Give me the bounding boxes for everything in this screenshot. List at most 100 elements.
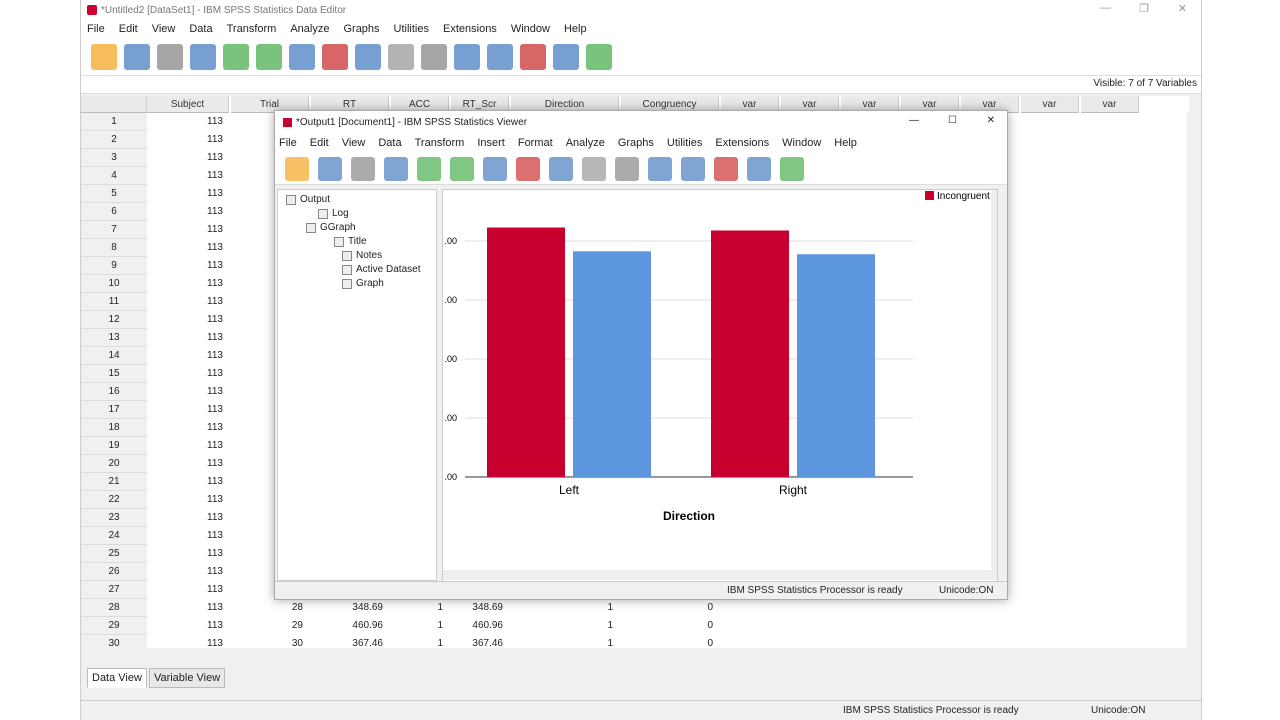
cell-subject[interactable]: 113 [147,113,229,131]
menu-transform[interactable]: Transform [227,23,277,35]
cell-trial[interactable]: 29 [231,617,309,635]
viewer-export-icon[interactable] [417,156,441,181]
weight-cases-icon[interactable] [520,43,546,70]
chart-horizontal-scrollbar[interactable] [443,570,998,580]
viewer-save-icon[interactable] [318,156,342,181]
viewer-variables-icon[interactable] [648,156,672,181]
cell-subject[interactable]: 113 [147,617,229,635]
cell-subject[interactable]: 113 [147,293,229,311]
cell-trial[interactable]: 28 [231,599,309,617]
tree-item-title[interactable]: Title [334,236,367,247]
value-labels-icon[interactable] [553,43,579,70]
save-icon[interactable] [124,43,150,70]
viewer-menu-window[interactable]: Window [782,137,821,149]
viewer-recall-icon[interactable] [450,156,474,181]
menu-analyze[interactable]: Analyze [290,23,329,35]
cell-subject[interactable]: 113 [147,473,229,491]
viewer-close-icon[interactable]: ✕ [987,115,995,126]
find-icon[interactable] [388,43,414,70]
use-sets-icon[interactable] [586,43,612,70]
row-number[interactable]: 13 [81,329,147,347]
cell-rtscr[interactable]: 460.96 [451,617,509,635]
cell-subject[interactable]: 113 [147,455,229,473]
row-number[interactable]: 4 [81,167,147,185]
viewer-menu-file[interactable]: File [279,137,297,149]
row-number[interactable]: 15 [81,365,147,383]
tree-item-notes[interactable]: Notes [342,250,382,261]
row-number[interactable]: 7 [81,221,147,239]
viewer-designate-icon[interactable] [780,156,804,181]
row-number[interactable]: 24 [81,527,147,545]
viewer-redo-icon[interactable] [516,156,540,181]
viewer-minimize-icon[interactable]: — [909,115,919,126]
viewer-maximize-icon[interactable]: ☐ [948,115,957,126]
viewer-menu-data[interactable]: Data [378,137,401,149]
cell-trial[interactable]: 30 [231,635,309,649]
row-number[interactable]: 28 [81,599,147,617]
cell-subject[interactable]: 113 [147,581,229,599]
viewer-open-icon[interactable] [285,156,309,181]
viewer-menu-analyze[interactable]: Analyze [566,137,605,149]
cell-subject[interactable]: 113 [147,329,229,347]
viewer-undo-icon[interactable] [483,156,507,181]
menu-extensions[interactable]: Extensions [443,23,497,35]
tab-data-view[interactable]: Data View [87,668,147,688]
tab-variable-view[interactable]: Variable View [148,668,226,688]
menu-view[interactable]: View [152,23,176,35]
row-number[interactable]: 3 [81,149,147,167]
viewer-menu-help[interactable]: Help [834,137,857,149]
chart-vertical-scrollbar[interactable] [991,190,998,570]
cell-subject[interactable]: 113 [147,527,229,545]
row-number[interactable]: 9 [81,257,147,275]
insert-variable-icon[interactable] [454,43,480,70]
cell-subject[interactable]: 113 [147,401,229,419]
undo-icon[interactable] [223,43,249,70]
row-number[interactable]: 26 [81,563,147,581]
minimize-icon[interactable]: — [1100,2,1111,14]
row-number[interactable]: 2 [81,131,147,149]
cell-subject[interactable]: 113 [147,347,229,365]
row-number[interactable]: 22 [81,491,147,509]
menu-data[interactable]: Data [189,23,212,35]
cell-subject[interactable]: 113 [147,545,229,563]
viewer-menu-view[interactable]: View [342,137,366,149]
row-number[interactable]: 11 [81,293,147,311]
print-icon[interactable] [157,43,183,70]
column-header-var[interactable]: var [1081,96,1139,113]
row-number[interactable]: 5 [81,185,147,203]
cell-subject[interactable]: 113 [147,419,229,437]
cell-rtscr[interactable]: 348.69 [451,599,509,617]
viewer-menu-edit[interactable]: Edit [310,137,329,149]
cell-subject[interactable]: 113 [147,203,229,221]
viewer-menu-graphs[interactable]: Graphs [618,137,654,149]
cell-rt[interactable]: 460.96 [311,617,389,635]
row-number[interactable]: 6 [81,203,147,221]
tree-item-output[interactable]: Output [286,194,330,205]
tree-item-log[interactable]: Log [318,208,349,219]
row-number[interactable]: 29 [81,617,147,635]
viewer-goto-data-icon[interactable] [549,156,573,181]
cell-dir[interactable]: 1 [511,635,619,649]
viewer-menu-utilities[interactable]: Utilities [667,137,702,149]
cell-acc[interactable]: 1 [391,635,449,649]
cell-subject[interactable]: 113 [147,149,229,167]
viewer-hide-icon[interactable] [747,156,771,181]
cell-subject[interactable]: 113 [147,311,229,329]
variables-icon[interactable] [355,43,381,70]
goto-variable-icon[interactable] [322,43,348,70]
row-number[interactable]: 20 [81,455,147,473]
restore-icon[interactable]: ❐ [1139,2,1149,15]
cell-subject[interactable]: 113 [147,365,229,383]
vertical-scrollbar[interactable] [1187,112,1201,652]
close-icon[interactable]: ✕ [1178,2,1187,15]
cell-cong[interactable]: 0 [621,635,719,649]
viewer-print-icon[interactable] [351,156,375,181]
cell-subject[interactable]: 113 [147,437,229,455]
row-number[interactable]: 27 [81,581,147,599]
cell-subject[interactable]: 113 [147,257,229,275]
row-number[interactable]: 23 [81,509,147,527]
cell-rtscr[interactable]: 367.46 [451,635,509,649]
insert-cases-icon[interactable] [421,43,447,70]
cell-cong[interactable]: 0 [621,617,719,635]
cell-subject[interactable]: 113 [147,563,229,581]
